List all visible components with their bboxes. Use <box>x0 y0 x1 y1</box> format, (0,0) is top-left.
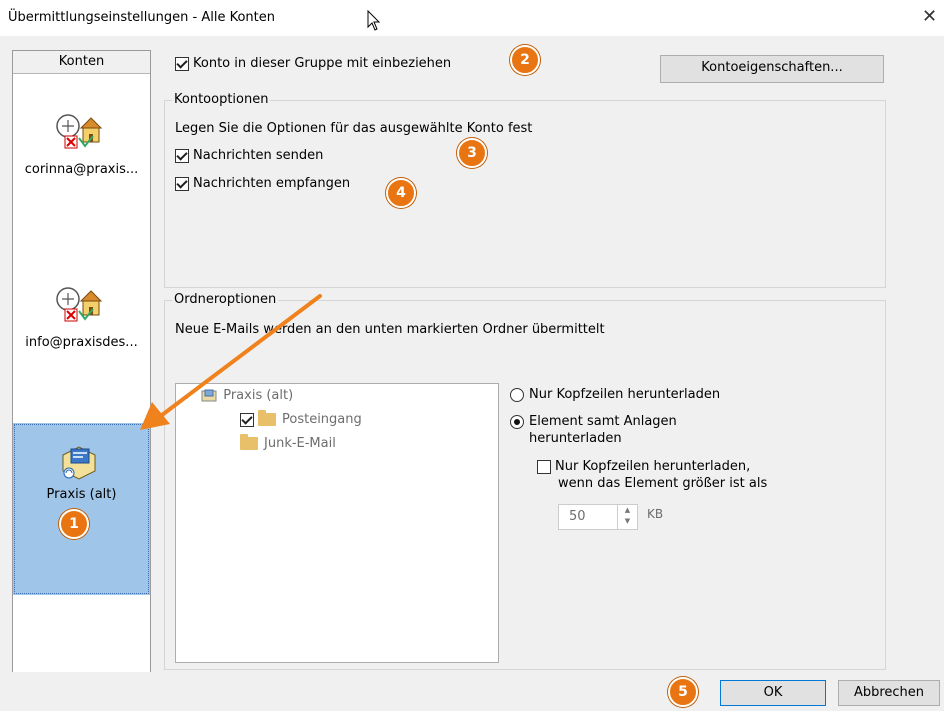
send-messages-label: Nachrichten senden <box>193 148 324 163</box>
radio-icon <box>510 387 524 402</box>
size-limit-label-line1: Nur Kopfzeilen herunterladen, <box>555 459 751 474</box>
accounts-header: Konten <box>13 51 150 74</box>
spinner-up-icon[interactable]: ▲ <box>618 505 637 516</box>
window-title: Übermittlungseinstellungen - Alle Konten <box>8 10 275 25</box>
step-badge-5: 5 <box>668 677 698 707</box>
account-computer-house-icon <box>56 287 103 322</box>
download-full-label-line1: Element samt Anlagen <box>529 414 677 429</box>
download-full-label-line2: herunterladen <box>529 431 622 446</box>
account-item-praxis-alt[interactable]: Praxis (alt) <box>13 423 150 595</box>
close-icon[interactable]: ✕ <box>922 6 937 27</box>
cancel-button[interactable]: Abbrechen <box>838 680 940 706</box>
step-badge-4: 4 <box>386 178 416 208</box>
size-limit-checkbox[interactable]: Nur Kopfzeilen herunterladen, wenn das E… <box>537 458 767 492</box>
size-limit-value: 50 <box>569 509 586 524</box>
receive-messages-label: Nachrichten empfangen <box>193 176 351 191</box>
title-bar: Übermittlungseinstellungen - Alle Konten… <box>0 0 944 36</box>
checkbox-icon <box>175 56 189 71</box>
spinner-arrows[interactable]: ▲ ▼ <box>617 505 637 529</box>
download-full-radio[interactable]: Element samt Anlagen herunterladen <box>510 413 677 447</box>
account-computer-house-icon <box>56 114 103 149</box>
size-limit-spinner[interactable]: 50 ▲ ▼ <box>558 504 638 530</box>
radio-icon <box>510 414 524 429</box>
include-account-checkbox[interactable]: Konto in dieser Gruppe mit einbeziehen <box>175 56 451 71</box>
pst-data-file-icon <box>62 446 96 480</box>
account-options-legend: Kontooptionen <box>172 92 271 107</box>
spinner-down-icon[interactable]: ▼ <box>618 516 637 527</box>
download-headers-radio[interactable]: Nur Kopfzeilen herunterladen <box>510 387 720 402</box>
size-limit-label-line2: wenn das Element größer ist als <box>558 476 768 491</box>
step-badge-1: 1 <box>59 509 89 539</box>
account-item-corinna[interactable]: corinna@praxis... <box>13 74 150 244</box>
checkbox-icon <box>175 176 189 191</box>
account-label: corinna@praxis... <box>24 162 139 177</box>
annotation-arrow-icon <box>140 294 322 430</box>
account-label: Praxis (alt) <box>46 487 117 502</box>
checkbox-icon <box>537 459 551 474</box>
size-limit-unit: KB <box>647 507 664 521</box>
send-messages-checkbox[interactable]: Nachrichten senden <box>175 148 323 163</box>
step-badge-3: 3 <box>457 138 487 168</box>
account-options-description: Legen Sie die Optionen für das ausgewähl… <box>175 121 533 136</box>
checkbox-icon <box>175 148 189 163</box>
ok-button[interactable]: OK <box>720 680 826 706</box>
receive-messages-checkbox[interactable]: Nachrichten empfangen <box>175 176 350 191</box>
download-headers-label: Nur Kopfzeilen herunterladen <box>529 387 721 402</box>
step-badge-2: 2 <box>510 45 540 75</box>
mouse-cursor-icon <box>367 10 381 31</box>
include-account-label: Konto in dieser Gruppe mit einbeziehen <box>193 56 452 71</box>
account-properties-button[interactable]: Kontoeigenschaften... <box>660 55 884 83</box>
